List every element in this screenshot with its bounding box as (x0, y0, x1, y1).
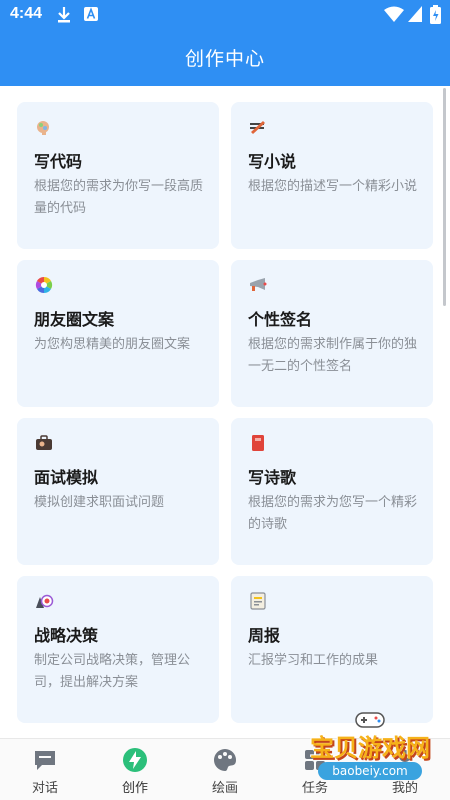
card-title: 面试模拟 (34, 468, 99, 487)
app-bar: 创作中心 (0, 30, 450, 86)
card-desc: 根据您的需求为您写一个精彩的诗歌 (248, 495, 418, 532)
palette-icon (214, 749, 236, 771)
card-desc: 根据您的描述写一个精彩小说 (248, 179, 418, 194)
creation-grid: 写代码 根据您的需求为你写一段高质量的代码 写小说 根据您的描述写一个精彩小说 … (0, 86, 450, 738)
watermark-text: 宝贝游戏网 (310, 734, 430, 762)
scrollbar[interactable] (443, 88, 446, 306)
card-signature[interactable]: 个性签名 根据您的需求制作属于你的独一无二的个性签名 (231, 260, 433, 407)
nav-item-create[interactable]: 创作 (90, 739, 180, 800)
card-title: 写诗歌 (248, 468, 297, 487)
download-icon (58, 7, 70, 23)
color-wheel-icon (35, 276, 53, 294)
card-weekly-report[interactable]: 周报 汇报学习和工作的成果 (231, 576, 433, 723)
card-title: 战略决策 (34, 626, 99, 645)
nav-item-chat[interactable]: 对话 (0, 739, 90, 800)
battery-icon (430, 5, 441, 24)
card-title: 写代码 (34, 152, 83, 171)
nav-label: 对话 (31, 781, 58, 796)
megaphone-icon (250, 278, 267, 291)
card-desc: 根据您的需求为你写一段高质量的代码 (34, 179, 204, 216)
watermark-url: baobeiy.com (318, 762, 422, 780)
signal-icon (408, 6, 422, 22)
card-desc: 制定公司战略决策，管理公司，提出解决方案 (34, 653, 191, 690)
card-desc: 根据您的需求制作属于你的独一无二的个性签名 (248, 337, 418, 374)
page-title: 创作中心 (184, 48, 265, 70)
card-title: 朋友圈文案 (34, 310, 115, 329)
nav-item-draw[interactable]: 绘画 (180, 739, 270, 800)
wifi-icon (384, 6, 404, 22)
card-title: 周报 (248, 626, 281, 645)
card-moments-copy[interactable]: 朋友圈文案 为您构思精美的朋友圈文案 (17, 260, 219, 407)
card-title: 个性签名 (248, 310, 313, 329)
target-chess-icon (36, 594, 54, 608)
book-icon (252, 435, 264, 451)
status-bar: 4:44 (0, 0, 450, 30)
card-desc: 为您构思精美的朋友圈文案 (34, 337, 191, 352)
card-strategy[interactable]: 战略决策 制定公司战略决策，管理公司，提出解决方案 (17, 576, 219, 723)
nav-label: 创作 (121, 781, 148, 796)
card-write-code[interactable]: 写代码 根据您的需求为你写一段高质量的代码 (17, 102, 219, 249)
card-write-novel[interactable]: 写小说 根据您的描述写一个精彩小说 (231, 102, 433, 249)
nav-label: 绘画 (211, 781, 238, 796)
card-desc: 汇报学习和工作的成果 (248, 653, 379, 668)
chat-icon (35, 751, 55, 770)
lightning-icon (123, 748, 147, 772)
report-icon (250, 592, 266, 610)
card-poem[interactable]: 写诗歌 根据您的需求为您写一个精彩的诗歌 (231, 418, 433, 565)
watermark: 宝贝游戏网 baobeiy.com (300, 708, 440, 788)
gamepad-icon (355, 712, 385, 728)
card-title: 写小说 (248, 152, 297, 171)
card-desc: 模拟创建求职面试问题 (34, 495, 165, 510)
briefcase-icon (36, 435, 52, 450)
card-interview[interactable]: 面试模拟 模拟创建求职面试问题 (17, 418, 219, 565)
pencil-notes-icon (250, 121, 265, 134)
brain-icon (37, 121, 49, 135)
status-time: 4:44 (10, 5, 43, 22)
app-notification-icon (84, 7, 98, 21)
